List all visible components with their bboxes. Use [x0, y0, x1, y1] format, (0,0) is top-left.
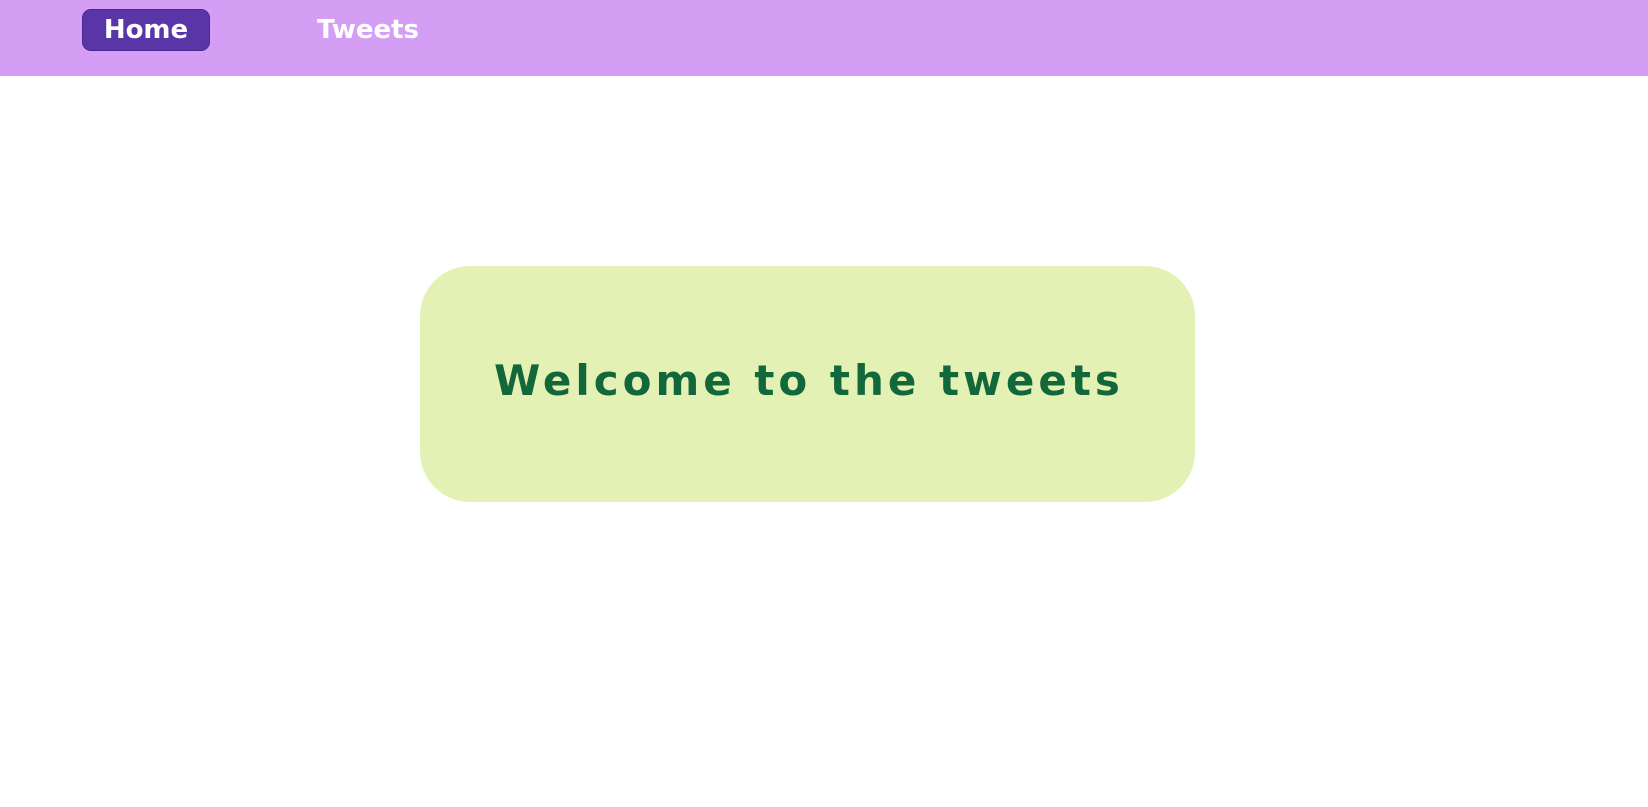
welcome-card: Welcome to the tweets [420, 266, 1195, 502]
nav-link-home[interactable]: Home [82, 9, 210, 51]
welcome-title: Welcome to the tweets [494, 356, 1124, 405]
top-navbar: Home Tweets [0, 0, 1648, 76]
nav-link-tweets[interactable]: Tweets [300, 9, 436, 51]
